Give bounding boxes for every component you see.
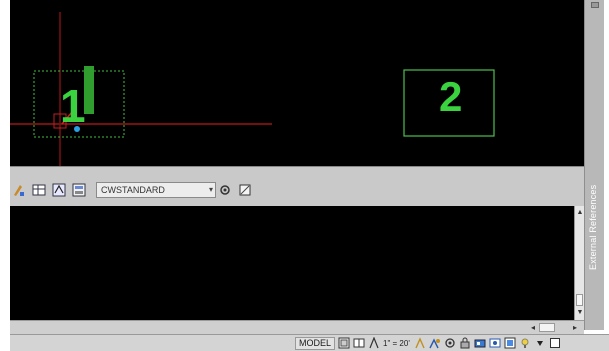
dropdown-settings-icon[interactable]: [218, 183, 232, 197]
status-menu-icon[interactable]: [534, 337, 546, 349]
annotation-visibility-icon[interactable]: [414, 337, 426, 349]
command-window[interactable]: [10, 206, 584, 320]
style-select-value: CWSTANDARD: [101, 185, 165, 195]
styles-toolbar: CWSTANDARD ▾: [10, 179, 256, 201]
command-vertical-scrollbar[interactable]: ▲ ▼: [574, 206, 584, 320]
layout-icon[interactable]: [338, 337, 350, 349]
scroll-thumb[interactable]: [576, 294, 583, 306]
viewport-1-label: 1: [60, 80, 86, 132]
isolate-icon[interactable]: [489, 337, 501, 349]
scroll-right-icon[interactable]: ▸: [570, 322, 580, 333]
scroll-down-icon[interactable]: ▼: [575, 308, 585, 318]
maximize-icon[interactable]: [549, 337, 561, 349]
workspace-icon[interactable]: [444, 337, 456, 349]
lightbulb-icon[interactable]: [519, 337, 531, 349]
dim-style-icon[interactable]: [52, 183, 66, 197]
viewport-icon[interactable]: [353, 337, 365, 349]
scroll-left-icon[interactable]: ◂: [528, 322, 538, 333]
palette-grip-icon[interactable]: [591, 2, 599, 8]
drawing-canvas[interactable]: 1 2: [10, 0, 584, 166]
status-bar: MODEL 1" = 20': [10, 334, 609, 351]
palette-title: External References: [588, 184, 598, 270]
horizontal-scroll-thumb[interactable]: [539, 323, 555, 332]
style-manager-icon[interactable]: [72, 183, 86, 197]
scroll-up-icon[interactable]: ▲: [575, 208, 585, 218]
annotation-scale-value[interactable]: 1" = 20': [383, 339, 410, 348]
annotation-scale-icon[interactable]: [368, 337, 380, 349]
horizontal-scrollbar[interactable]: ◂ ▸: [10, 320, 584, 334]
multileader-style-select[interactable]: CWSTANDARD ▾: [96, 182, 216, 198]
clean-screen-icon[interactable]: [504, 337, 516, 349]
external-references-palette[interactable]: External References: [584, 0, 604, 330]
lock-icon[interactable]: [459, 337, 471, 349]
status-tray: MODEL 1" = 20': [295, 336, 564, 350]
chevron-down-icon[interactable]: ▾: [209, 183, 213, 197]
toolbar-band: CWSTANDARD ▾: [10, 166, 584, 206]
match-icon[interactable]: [12, 183, 26, 197]
model-space-drawing: 1 2: [10, 12, 495, 166]
viewport-2-label: 2: [439, 73, 462, 120]
table-icon[interactable]: [32, 183, 46, 197]
hardware-accel-icon[interactable]: [474, 337, 486, 349]
auto-scale-icon[interactable]: [429, 337, 441, 349]
layer-icon[interactable]: [238, 183, 252, 197]
model-space-button[interactable]: MODEL: [295, 336, 336, 350]
